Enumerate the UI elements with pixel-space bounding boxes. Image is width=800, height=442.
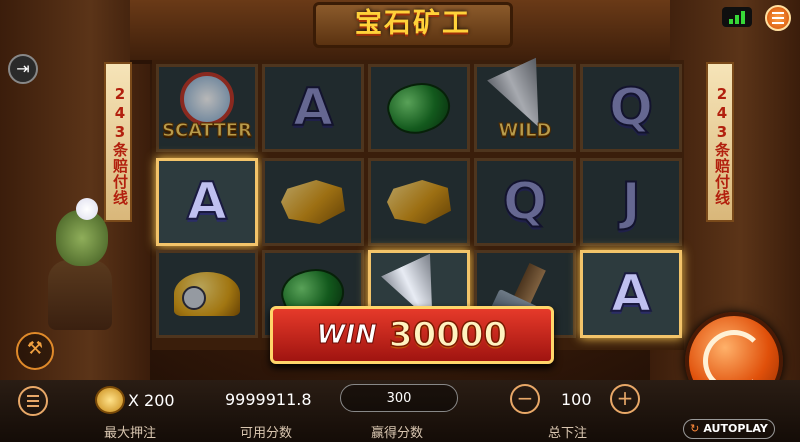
autoplay-icon: ↻ [690, 422, 700, 435]
symbol-a: A [292, 77, 334, 139]
paylines-banner-right: 243条赔付线 [706, 62, 734, 222]
scatter-label: SCATTER [162, 120, 253, 142]
win-amount: 30000 [388, 314, 508, 356]
autoplay-label: AUTOPLAY [703, 422, 768, 435]
scatter-symbol-icon [180, 72, 234, 126]
settings-menu-icon[interactable] [765, 5, 791, 31]
balance-label: 可用分数 [240, 426, 293, 441]
reel-cell [262, 158, 364, 246]
win-value-label: 赢得分数 [371, 426, 424, 441]
win-ribbon: WIN 30000 [270, 306, 554, 364]
reel-cell: J [580, 158, 682, 246]
reel-cell: A [262, 64, 364, 152]
tools-icon[interactable]: ⚒ [16, 332, 54, 370]
autoplay-button[interactable]: ↻ AUTOPLAY [683, 419, 775, 439]
miner-helmet-symbol-icon [174, 272, 240, 316]
reel-cell [156, 250, 258, 338]
exit-icon[interactable]: ⇥ [8, 54, 38, 84]
reel-cell: Q [474, 158, 576, 246]
symbol-q: Q [502, 171, 548, 233]
symbol-q: Q [608, 77, 654, 139]
reel-cell: A [580, 250, 682, 338]
max-bet-label: 最大押注 [104, 426, 157, 441]
symbol-j: J [620, 171, 641, 233]
coin-stack-icon[interactable] [95, 386, 125, 414]
game-title: 宝石矿工 [313, 2, 513, 48]
symbol-a: A [610, 263, 652, 325]
game-screen: 宝石矿工 ⇥ 243条赔付线 243条赔付线 ⚒ SCATTER A A WILD Q Q… [0, 0, 800, 442]
reel-cell: Q [580, 64, 682, 152]
minus-icon[interactable]: − [510, 384, 540, 414]
reel-cell [368, 158, 470, 246]
reel-cell [368, 64, 470, 152]
wild-label: WILD [498, 120, 552, 142]
win-value-box: 300 [340, 384, 458, 412]
balance-value: 9999911.8 [225, 390, 312, 409]
total-bet-label: 总下注 [548, 426, 588, 441]
win-label: WIN [316, 320, 377, 351]
symbol-a: A [186, 171, 228, 233]
emerald-symbol-icon [381, 73, 457, 143]
reel-cell: WILD [474, 64, 576, 152]
signal-icon [722, 7, 752, 27]
reel-cell: A [156, 158, 258, 246]
total-bet-value: 100 [561, 390, 592, 409]
gold-nugget-symbol-icon [387, 180, 451, 224]
max-bet-multiplier[interactable]: X 200 [128, 391, 175, 410]
gold-nugget-symbol-icon [281, 180, 345, 224]
plus-icon[interactable]: + [610, 384, 640, 414]
reel-cell: SCATTER [156, 64, 258, 152]
menu-icon[interactable] [18, 386, 48, 416]
goblin-miner-character [18, 190, 128, 340]
